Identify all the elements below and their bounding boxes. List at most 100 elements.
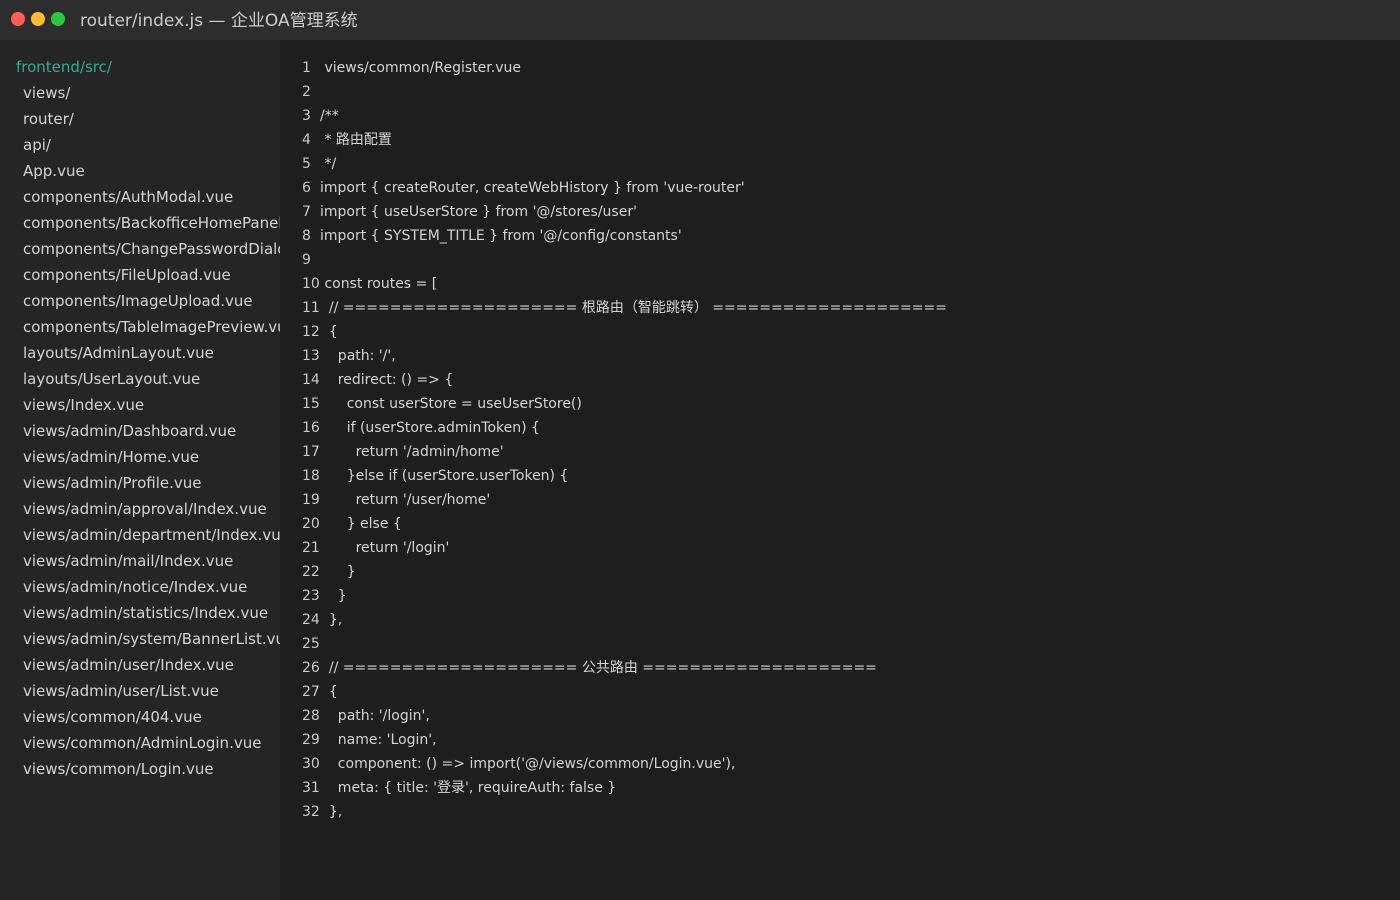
file-tree-item[interactable]: layouts/AdminLayout.vue xyxy=(23,343,280,369)
code-line[interactable]: 5 */ xyxy=(280,152,1380,176)
file-tree-item[interactable]: views/common/404.vue xyxy=(23,707,280,733)
code-text[interactable]: path: '/', xyxy=(320,344,396,368)
file-tree-item[interactable]: components/FileUpload.vue xyxy=(23,265,280,291)
minimize-window-button[interactable] xyxy=(31,12,45,26)
code-line[interactable]: 25 xyxy=(280,632,1380,656)
file-tree-item[interactable]: views/admin/Dashboard.vue xyxy=(23,421,280,447)
file-tree-item[interactable]: views/admin/system/BannerList.vue xyxy=(23,629,280,655)
file-tree-item[interactable]: views/ xyxy=(23,83,280,109)
code-line[interactable]: 31 meta: { title: '登录', requireAuth: fal… xyxy=(280,776,1380,800)
code-text[interactable]: redirect: () => { xyxy=(320,368,453,392)
file-tree-item[interactable]: App.vue xyxy=(23,161,280,187)
file-tree-item[interactable]: views/admin/mail/Index.vue xyxy=(23,551,280,577)
code-text[interactable]: /** xyxy=(320,104,339,128)
code-text[interactable]: return '/login' xyxy=(320,536,450,560)
code-line[interactable]: 16 if (userStore.adminToken) { xyxy=(280,416,1380,440)
file-tree-item[interactable]: components/ChangePasswordDialog.vue xyxy=(23,239,280,265)
code-text[interactable]: if (userStore.adminToken) { xyxy=(320,416,540,440)
code-text[interactable]: import { createRouter, createWebHistory … xyxy=(320,176,745,200)
code-text[interactable]: name: 'Login', xyxy=(320,728,437,752)
code-line[interactable]: 29 name: 'Login', xyxy=(280,728,1380,752)
code-text[interactable]: { xyxy=(320,680,338,704)
code-text[interactable]: import { useUserStore } from '@/stores/u… xyxy=(320,200,637,224)
code-text[interactable]: import { SYSTEM_TITLE } from '@/config/c… xyxy=(320,224,682,248)
line-number: 24 xyxy=(302,612,320,628)
code-line[interactable]: 26 // ==================== 公共路由 ========… xyxy=(280,656,1380,680)
file-tree-item[interactable]: router/ xyxy=(23,109,280,135)
code-text[interactable]: path: '/login', xyxy=(320,704,430,728)
code-text[interactable]: const userStore = useUserStore() xyxy=(320,392,582,416)
file-tree-item[interactable]: views/admin/department/Index.vue xyxy=(23,525,280,551)
code-line[interactable]: 11 // ==================== 根路由（智能跳转） ===… xyxy=(280,296,1380,320)
file-tree-item[interactable]: views/admin/Profile.vue xyxy=(23,473,280,499)
code-line[interactable]: 21 return '/login' xyxy=(280,536,1380,560)
code-text[interactable]: }, xyxy=(320,608,342,632)
code-line[interactable]: 30 component: () => import('@/views/comm… xyxy=(280,752,1380,776)
code-line[interactable]: 17 return '/admin/home' xyxy=(280,440,1380,464)
code-text[interactable]: const routes = [ xyxy=(320,272,437,296)
code-line[interactable]: 13 path: '/', xyxy=(280,344,1380,368)
line-number: 27 xyxy=(302,684,320,700)
explorer-root-folder[interactable]: frontend/src/ xyxy=(16,57,112,77)
code-line[interactable]: 6 import { createRouter, createWebHistory… xyxy=(280,176,1380,200)
code-line[interactable]: 12 { xyxy=(280,320,1380,344)
file-tree-item[interactable]: views/common/Login.vue xyxy=(23,759,280,785)
code-text[interactable]: } xyxy=(320,584,347,608)
code-text[interactable]: return '/admin/home' xyxy=(320,440,504,464)
code-line[interactable]: 7 import { useUserStore } from '@/stores/… xyxy=(280,200,1380,224)
maximize-window-button[interactable] xyxy=(51,12,65,26)
code-text[interactable]: */ xyxy=(320,152,336,176)
window-title: router/index.js — 企业OA管理系统 xyxy=(80,11,358,31)
line-number: 19 xyxy=(302,492,320,508)
file-tree-item[interactable]: views/admin/notice/Index.vue xyxy=(23,577,280,603)
file-tree-item[interactable]: components/ImageUpload.vue xyxy=(23,291,280,317)
code-line[interactable]: 24 }, xyxy=(280,608,1380,632)
file-tree-item[interactable]: views/admin/Home.vue xyxy=(23,447,280,473)
file-tree-item[interactable]: views/admin/statistics/Index.vue xyxy=(23,603,280,629)
code-line[interactable]: 32 }, xyxy=(280,800,1380,824)
code-line[interactable]: 27 { xyxy=(280,680,1380,704)
file-tree-item[interactable]: layouts/UserLayout.vue xyxy=(23,369,280,395)
code-line[interactable]: 20 } else { xyxy=(280,512,1380,536)
file-tree-item[interactable]: components/BackofficeHomePanel.vue xyxy=(23,213,280,239)
code-text[interactable]: }, xyxy=(320,800,342,824)
code-line[interactable]: 9 xyxy=(280,248,1380,272)
code-text[interactable]: } xyxy=(320,560,356,584)
file-tree-item[interactable]: views/admin/approval/Index.vue xyxy=(23,499,280,525)
code-line[interactable]: 22 } xyxy=(280,560,1380,584)
code-line[interactable]: 2 xyxy=(280,80,1380,104)
code-line[interactable]: 10 const routes = [ xyxy=(280,272,1380,296)
file-tree-item[interactable]: api/ xyxy=(23,135,280,161)
code-text[interactable]: return '/user/home' xyxy=(320,488,491,512)
code-line[interactable]: 4 * 路由配置 xyxy=(280,128,1380,152)
code-line[interactable]: 19 return '/user/home' xyxy=(280,488,1380,512)
code-line[interactable]: 15 const userStore = useUserStore() xyxy=(280,392,1380,416)
line-number: 25 xyxy=(302,636,320,652)
code-line[interactable]: 23 } xyxy=(280,584,1380,608)
code-text[interactable]: } else { xyxy=(320,512,402,536)
code-line[interactable]: 28 path: '/login', xyxy=(280,704,1380,728)
file-tree-item[interactable]: components/TableImagePreview.vue xyxy=(23,317,280,343)
code-text[interactable]: // ==================== 根路由（智能跳转） ======… xyxy=(320,296,947,320)
file-tree-item[interactable]: views/admin/user/Index.vue xyxy=(23,655,280,681)
line-number: 29 xyxy=(302,732,320,748)
code-line[interactable]: 18 }else if (userStore.userToken) { xyxy=(280,464,1380,488)
code-text[interactable]: * 路由配置 xyxy=(320,128,391,152)
file-tree-item[interactable]: views/common/AdminLogin.vue xyxy=(23,733,280,759)
code-text[interactable]: }else if (userStore.userToken) { xyxy=(320,464,569,488)
code-line[interactable]: 3 /** xyxy=(280,104,1380,128)
line-number: 32 xyxy=(302,804,320,820)
code-line[interactable]: 8 import { SYSTEM_TITLE } from '@/config/… xyxy=(280,224,1380,248)
code-text[interactable]: views/common/Register.vue xyxy=(320,56,521,80)
file-tree-item[interactable]: views/admin/user/List.vue xyxy=(23,681,280,707)
code-editor[interactable]: 1 views/common/Register.vue 2 3 /** 4 * 路… xyxy=(280,40,1400,900)
code-text[interactable]: component: () => import('@/views/common/… xyxy=(320,752,736,776)
code-line[interactable]: 1 views/common/Register.vue xyxy=(280,56,1380,80)
close-window-button[interactable] xyxy=(11,12,25,26)
code-line[interactable]: 14 redirect: () => { xyxy=(280,368,1380,392)
code-text[interactable]: meta: { title: '登录', requireAuth: false … xyxy=(320,776,616,800)
code-text[interactable]: // ==================== 公共路由 ===========… xyxy=(320,656,877,680)
file-tree-item[interactable]: views/Index.vue xyxy=(23,395,280,421)
code-text[interactable]: { xyxy=(320,320,338,344)
file-tree-item[interactable]: components/AuthModal.vue xyxy=(23,187,280,213)
